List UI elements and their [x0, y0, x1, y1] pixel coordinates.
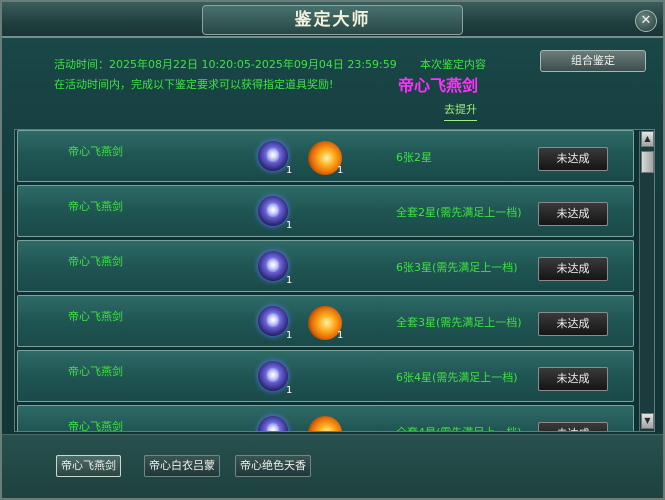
purple-orb-icon — [258, 306, 288, 336]
activity-time: 活动时间：2025年08月22日 10:20:05-2025年09月04日 23… — [54, 58, 397, 71]
scroll-down-button[interactable]: ▼ — [641, 413, 654, 429]
status-button[interactable]: 未达成 — [538, 312, 608, 336]
reward-item-slot[interactable]: 1 — [258, 141, 292, 176]
featured-item-name: 帝心飞燕剑 — [398, 76, 479, 95]
reward-item-slot[interactable]: 1 — [258, 361, 292, 396]
purple-orb-icon — [258, 251, 288, 281]
content-label: 本次鉴定内容 — [420, 58, 486, 71]
row-requirement: 6张4星(需先满足上一档) — [396, 371, 518, 384]
activity-info: 活动时间：2025年08月22日 10:20:05-2025年09月04日 23… — [14, 42, 652, 126]
series-tab-bar: 帝心飞燕剑 帝心白衣吕蒙 帝心绝色天香 — [2, 434, 663, 498]
item-count: 1 — [286, 385, 293, 396]
row-item-name: 帝心飞燕剑 — [68, 200, 123, 213]
purple-orb-icon — [258, 141, 288, 171]
purple-orb-icon — [258, 196, 288, 226]
reward-item-slot[interactable]: 1 — [308, 416, 342, 431]
status-button[interactable]: 未达成 — [538, 422, 608, 431]
reward-row: 帝心飞燕剑 1 6张3星(需先满足上一档) 未达成 — [17, 240, 634, 292]
reward-row: 帝心飞燕剑 1 全套2星(需先满足上一档) 未达成 — [17, 185, 634, 237]
row-item-name: 帝心飞燕剑 — [68, 420, 123, 432]
reward-list: 帝心飞燕剑 1 1 6张2星 未达成 帝心飞燕剑 1 全套2星(需先满足上一档) 未达成 帝心飞燕… — [14, 129, 655, 432]
window-title: 鉴定大师 — [202, 5, 463, 35]
item-count: 1 — [286, 275, 293, 286]
status-button[interactable]: 未达成 — [538, 367, 608, 391]
reward-row: 帝心飞燕剑 1 1 6张2星 未达成 — [17, 130, 634, 182]
reward-row: 帝心飞燕剑 1 6张4星(需先满足上一档) 未达成 — [17, 350, 634, 402]
reward-item-slot[interactable]: 1 — [258, 306, 292, 341]
upgrade-link[interactable]: 去提升 — [444, 101, 477, 121]
row-item-name: 帝心飞燕剑 — [68, 365, 123, 378]
status-button[interactable]: 未达成 — [538, 257, 608, 281]
reward-item-slot[interactable]: 1 — [308, 306, 343, 341]
item-count: 1 — [286, 165, 293, 176]
reward-item-slot[interactable]: 1 — [308, 141, 343, 176]
reward-item-slot[interactable]: 1 — [258, 251, 292, 286]
item-count: 1 — [337, 165, 344, 176]
row-requirement: 6张3星(需先满足上一档) — [396, 261, 518, 274]
row-item-name: 帝心飞燕剑 — [68, 310, 123, 323]
row-requirement: 全套2星(需先满足上一档) — [396, 206, 522, 219]
purple-orb-icon — [258, 416, 288, 431]
reward-notice: 在活动时间内，完成以下鉴定要求可以获得指定道具奖励! — [54, 78, 334, 91]
status-button[interactable]: 未达成 — [538, 202, 608, 226]
identify-master-window: 鉴定大师 ✕ 活动时间：2025年08月22日 10:20:05-2025年09… — [0, 0, 665, 500]
row-item-name: 帝心飞燕剑 — [68, 145, 123, 158]
reward-item-slot[interactable]: 1 — [258, 196, 292, 231]
item-count: 1 — [286, 330, 293, 341]
combo-identify-button[interactable]: 组合鉴定 — [540, 50, 646, 72]
flame-orb-icon — [308, 416, 342, 431]
series-tab[interactable]: 帝心绝色天香 — [235, 455, 311, 477]
series-tab[interactable]: 帝心白衣吕蒙 — [144, 455, 220, 477]
purple-orb-icon — [258, 361, 288, 391]
row-item-name: 帝心飞燕剑 — [68, 255, 123, 268]
series-tab[interactable]: 帝心飞燕剑 — [56, 455, 121, 477]
item-count: 1 — [286, 220, 293, 231]
reward-row: 帝心飞燕剑 1 1 全套4星(需先满足上一档) 未达成 — [17, 405, 634, 432]
row-requirement: 6张2星 — [396, 151, 432, 164]
status-button[interactable]: 未达成 — [538, 147, 608, 171]
reward-item-slot[interactable]: 1 — [258, 416, 288, 431]
reward-row: 帝心飞燕剑 1 1 全套3星(需先满足上一档) 未达成 — [17, 295, 634, 347]
row-requirement: 全套4星(需先满足上一档) — [396, 424, 522, 431]
item-count: 1 — [337, 330, 344, 341]
scroll-thumb[interactable] — [641, 151, 654, 173]
title-bar: 鉴定大师 ✕ — [2, 2, 663, 38]
row-requirement: 全套3星(需先满足上一档) — [396, 316, 522, 329]
close-button[interactable]: ✕ — [635, 10, 657, 32]
scrollbar[interactable]: ▲ ▼ — [639, 131, 654, 431]
scroll-up-button[interactable]: ▲ — [641, 131, 654, 147]
